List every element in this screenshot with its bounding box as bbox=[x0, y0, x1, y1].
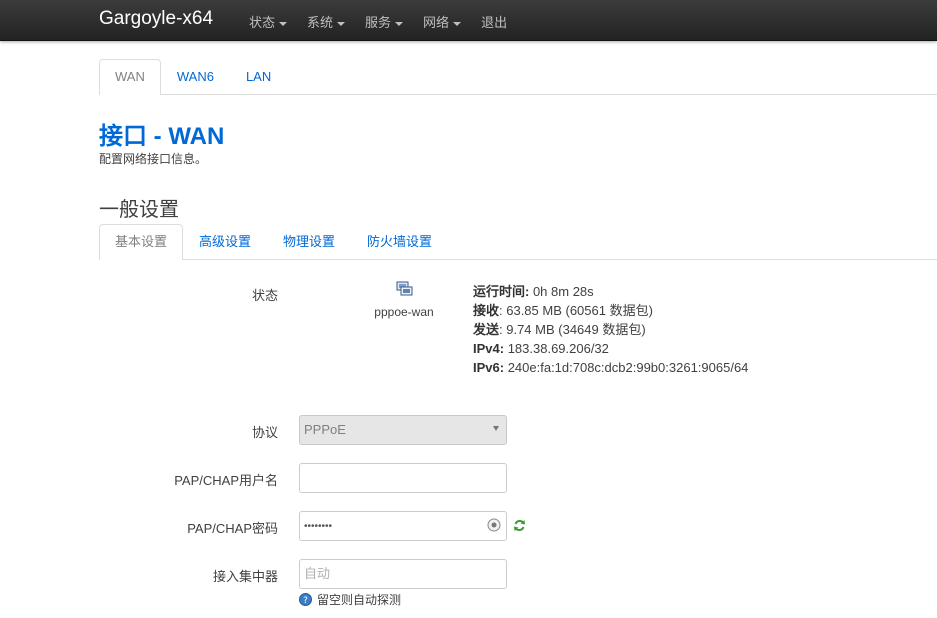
caret-down-icon bbox=[337, 21, 346, 26]
tx-line: 发送: 9.74 MB (34649 数据包) bbox=[473, 320, 748, 339]
tab-lan[interactable]: LAN bbox=[230, 59, 287, 94]
brand-title[interactable]: Gargoyle-x64 bbox=[99, 8, 213, 30]
username-label: PAP/CHAP用户名 bbox=[174, 473, 278, 488]
menu-network-label: 网络 bbox=[423, 16, 450, 31]
menu-status[interactable]: 状态 bbox=[249, 12, 288, 31]
ipv6-line: IPv6: 240e:fa:1d:708c:dcb2:99b0:3261:906… bbox=[473, 358, 748, 377]
ipv6-value: 240e:fa:1d:708c:dcb2:99b0:3261:9065/64 bbox=[504, 360, 749, 375]
password-input[interactable]: •••••••• bbox=[299, 511, 507, 541]
rx-label: 接收 bbox=[473, 303, 500, 318]
tab-physical-settings[interactable]: 物理设置 bbox=[267, 224, 351, 259]
top-navbar: Gargoyle-x64 状态 系统 服务 网络 退出 bbox=[0, 0, 937, 41]
menu-status-label: 状态 bbox=[249, 16, 276, 31]
protocol-selected-value: PPPoE bbox=[304, 422, 346, 437]
caret-down-icon bbox=[279, 21, 288, 26]
main-menu: 状态 系统 服务 网络 退出 bbox=[249, 12, 527, 31]
show-password-icon[interactable] bbox=[487, 518, 501, 532]
page-description: 配置网络接口信息。 bbox=[99, 152, 208, 166]
menu-system-label: 系统 bbox=[307, 16, 334, 31]
tab-advanced-settings[interactable]: 高级设置 bbox=[183, 224, 267, 259]
username-input[interactable] bbox=[299, 463, 507, 493]
svg-text:?: ? bbox=[303, 596, 308, 606]
menu-services[interactable]: 服务 bbox=[365, 12, 404, 31]
dropdown-arrow-icon bbox=[493, 426, 499, 431]
concentrator-input[interactable]: 自动 bbox=[299, 559, 507, 589]
caret-down-icon bbox=[395, 21, 404, 26]
protocol-select[interactable]: PPPoE bbox=[299, 415, 507, 445]
tab-basic-settings[interactable]: 基本设置 bbox=[99, 224, 184, 260]
tab-wan[interactable]: WAN bbox=[99, 59, 161, 95]
menu-services-label: 服务 bbox=[365, 16, 392, 31]
network-interface-icon bbox=[396, 281, 414, 297]
concentrator-placeholder: 自动 bbox=[304, 566, 331, 581]
status-label: 状态 bbox=[251, 288, 278, 303]
password-value: •••••••• bbox=[304, 521, 333, 532]
password-label: PAP/CHAP密码 bbox=[187, 521, 278, 536]
uptime-value: 0h 8m 28s bbox=[529, 284, 594, 299]
ipv4-label: IPv4: bbox=[473, 341, 505, 356]
caret-down-icon bbox=[453, 21, 462, 26]
settings-tabs: 基本设置 高级设置 物理设置 防火墙设置 bbox=[99, 224, 937, 260]
interface-tabs: WAN WAN6 LAN bbox=[99, 59, 937, 95]
tx-label: 发送 bbox=[473, 322, 500, 337]
uptime-label: 运行时间: bbox=[473, 284, 530, 299]
concentrator-label: 接入集中器 bbox=[212, 569, 278, 584]
tab-firewall-settings[interactable]: 防火墙设置 bbox=[351, 224, 448, 259]
ipv4-line: IPv4: 183.38.69.206/32 bbox=[473, 339, 748, 358]
status-details: 运行时间: 0h 8m 28s 接收: 63.85 MB (60561 数据包)… bbox=[473, 282, 748, 377]
rx-value: : 63.85 MB (60561 数据包) bbox=[499, 303, 653, 318]
interface-name: pppoe-wan bbox=[374, 305, 434, 319]
section-title: 一般设置 bbox=[99, 197, 179, 221]
refresh-icon[interactable] bbox=[513, 519, 526, 532]
tx-value: : 9.74 MB (34649 数据包) bbox=[499, 322, 646, 337]
rx-line: 接收: 63.85 MB (60561 数据包) bbox=[473, 301, 748, 320]
menu-network[interactable]: 网络 bbox=[423, 12, 462, 31]
page-title: 接口 - WAN bbox=[99, 123, 225, 150]
ipv6-label: IPv6: bbox=[473, 360, 505, 375]
ipv4-value: 183.38.69.206/32 bbox=[504, 341, 609, 356]
uptime-line: 运行时间: 0h 8m 28s bbox=[473, 282, 748, 301]
concentrator-hint: ? 留空则自动探测 bbox=[299, 591, 401, 608]
protocol-label: 协议 bbox=[251, 425, 278, 440]
menu-system[interactable]: 系统 bbox=[307, 12, 346, 31]
menu-logout[interactable]: 退出 bbox=[481, 12, 507, 31]
tab-wan6[interactable]: WAN6 bbox=[161, 59, 230, 94]
menu-logout-label: 退出 bbox=[481, 16, 508, 31]
concentrator-hint-text: 留空则自动探测 bbox=[317, 593, 402, 607]
help-icon: ? bbox=[299, 593, 312, 606]
